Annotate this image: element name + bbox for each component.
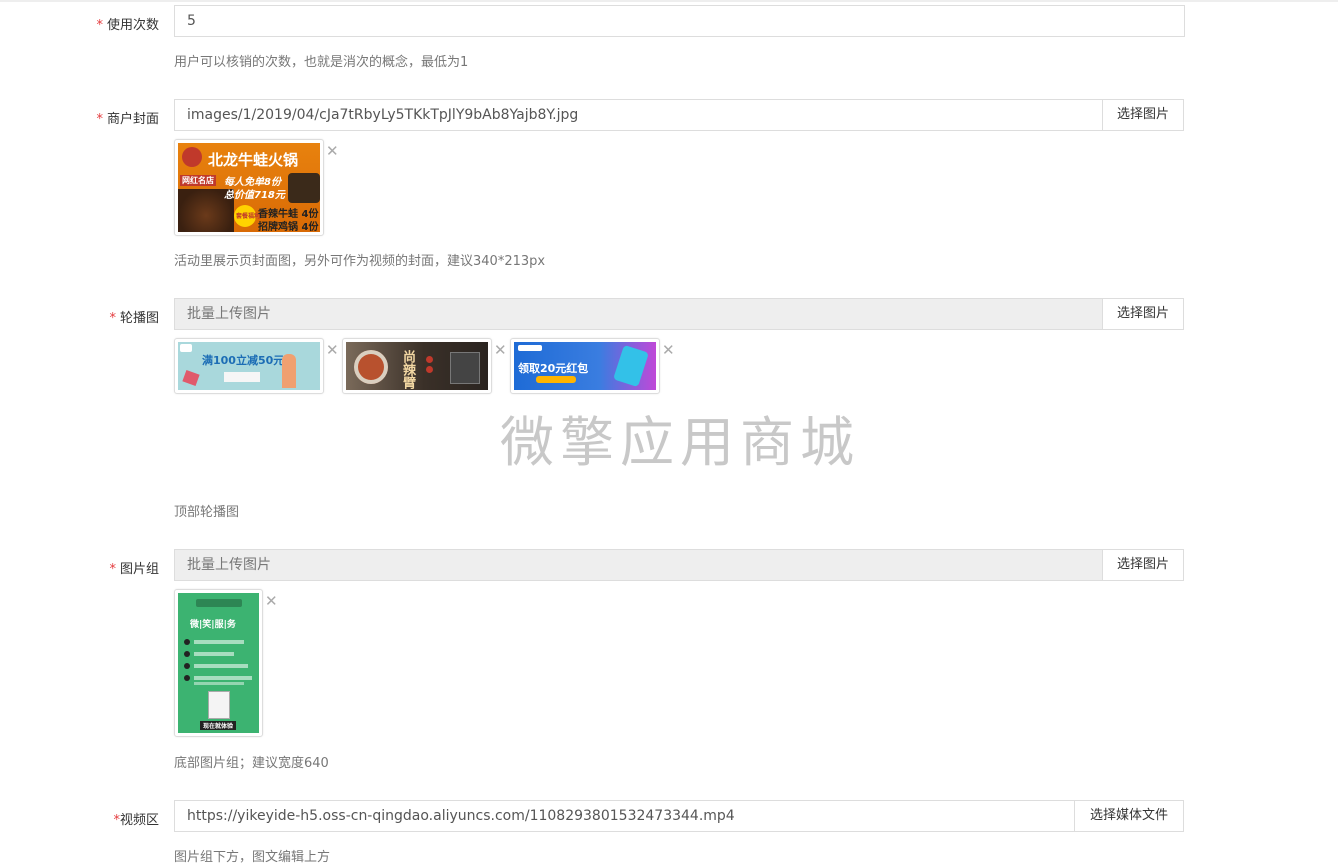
bullet-icon <box>184 663 190 669</box>
watermark: 微擎应用商城 <box>500 411 860 474</box>
image-group-title: 微|笑|服|务 <box>190 620 236 630</box>
person-figure <box>282 354 296 388</box>
carousel-2-text: 尚辣臂 <box>400 350 415 389</box>
video-help: 图片组下方，图文编辑上方 <box>174 850 331 865</box>
bullet-icon <box>184 639 190 645</box>
top-divider <box>0 0 1338 2</box>
carousel-input[interactable]: 批量上传图片 <box>174 298 1103 330</box>
carousel-image-3: 领取20元红包 <box>514 342 656 390</box>
video-label: *视频区 <box>113 813 159 828</box>
logo-circle <box>182 147 202 167</box>
carousel-thumbnail-1: 满100立减50元 <box>174 338 324 394</box>
video-select-media-button[interactable]: 选择媒体文件 <box>1074 800 1184 832</box>
frog-photo <box>288 173 320 203</box>
remove-carousel-3-icon[interactable]: ✕ <box>662 343 675 358</box>
merchant-cover-image: 北龙牛蛙火锅 网红名店 每人免单8份 总价值718元 套餐福利 香辣牛蛙 4份 … <box>178 143 320 232</box>
promo-strip <box>224 372 260 382</box>
carousel-thumbnail-3: 领取20元红包 <box>510 338 660 394</box>
merchant-cover-help: 活动里展示页封面图，另外可作为视频的封面，建议340*213px <box>174 254 546 269</box>
carousel-image-1: 满100立减50元 <box>178 342 320 390</box>
merchant-cover-select-button[interactable]: 选择图片 <box>1102 99 1184 131</box>
remove-image-group-icon[interactable]: ✕ <box>265 594 278 609</box>
required-mark: * <box>109 562 116 577</box>
carousel-help: 顶部轮播图 <box>174 505 240 520</box>
qr-code <box>450 352 480 384</box>
red-dot <box>426 356 433 363</box>
shoe-figure <box>182 369 200 387</box>
logo-icon <box>518 345 542 351</box>
merchant-cover-label: * 商户封面 <box>96 112 159 127</box>
cover-headline: 北龙牛蛙火锅 <box>208 151 299 169</box>
handwriting-logo <box>196 599 242 607</box>
image-group-select-button[interactable]: 选择图片 <box>1102 549 1184 581</box>
remove-carousel-1-icon[interactable]: ✕ <box>326 343 339 358</box>
merchant-cover-thumbnail: 北龙牛蛙火锅 网红名店 每人免单8份 总价值718元 套餐福利 香辣牛蛙 4份 … <box>174 139 324 236</box>
usage-count-label: * 使用次数 <box>96 18 159 33</box>
text-line <box>194 682 244 685</box>
dish-photo <box>354 350 388 384</box>
red-dot <box>426 366 433 373</box>
image-group-input[interactable]: 批量上传图片 <box>174 549 1103 581</box>
required-mark: * <box>109 311 116 326</box>
remove-cover-icon[interactable]: ✕ <box>326 144 339 159</box>
text-line <box>194 676 252 680</box>
cover-badge: 网红名店 <box>180 175 216 186</box>
merchant-cover-input[interactable]: images/1/2019/04/cJa7tRbyLy5TKkTpJlY9bAb… <box>174 99 1103 131</box>
required-mark: * <box>96 112 103 127</box>
video-input[interactable]: https://yikeyide-h5.oss-cn-qingdao.aliyu… <box>174 800 1075 832</box>
image-group-thumbnail: 微|笑|服|务 现在就体验 <box>174 589 263 737</box>
image-group-cta: 现在就体验 <box>200 721 237 730</box>
image-group-help: 底部图片组；建议宽度640 <box>174 756 329 771</box>
required-mark: * <box>96 18 103 33</box>
carousel-select-button[interactable]: 选择图片 <box>1102 298 1184 330</box>
carousel-label: * 轮播图 <box>109 311 159 326</box>
phone-figure <box>613 344 649 388</box>
cover-seal: 套餐福利 <box>234 205 260 227</box>
cover-line2: 总价值718元 <box>224 190 285 201</box>
carousel-3-text: 领取20元红包 <box>518 362 589 375</box>
carousel-1-text: 满100立减50元 <box>202 354 285 367</box>
carousel-thumbnail-2: 尚辣臂 <box>342 338 492 394</box>
logo-icon <box>180 344 192 352</box>
usage-count-input[interactable]: 5 <box>174 5 1185 37</box>
bullet-icon <box>184 651 190 657</box>
usage-count-help: 用户可以核销的次数，也就是消次的概念，最低为1 <box>174 55 469 70</box>
cover-item2: 招牌鸡锅 4份 <box>258 222 319 232</box>
remove-carousel-2-icon[interactable]: ✕ <box>494 343 507 358</box>
image-group-image: 微|笑|服|务 现在就体验 <box>178 593 259 733</box>
text-line <box>194 652 234 656</box>
bullet-icon <box>184 675 190 681</box>
carousel-image-2: 尚辣臂 <box>346 342 488 390</box>
phone-mockup <box>208 691 230 719</box>
text-line <box>194 664 248 668</box>
coupon-strip <box>536 376 576 383</box>
text-line <box>194 640 244 644</box>
image-group-label: * 图片组 <box>109 562 159 577</box>
